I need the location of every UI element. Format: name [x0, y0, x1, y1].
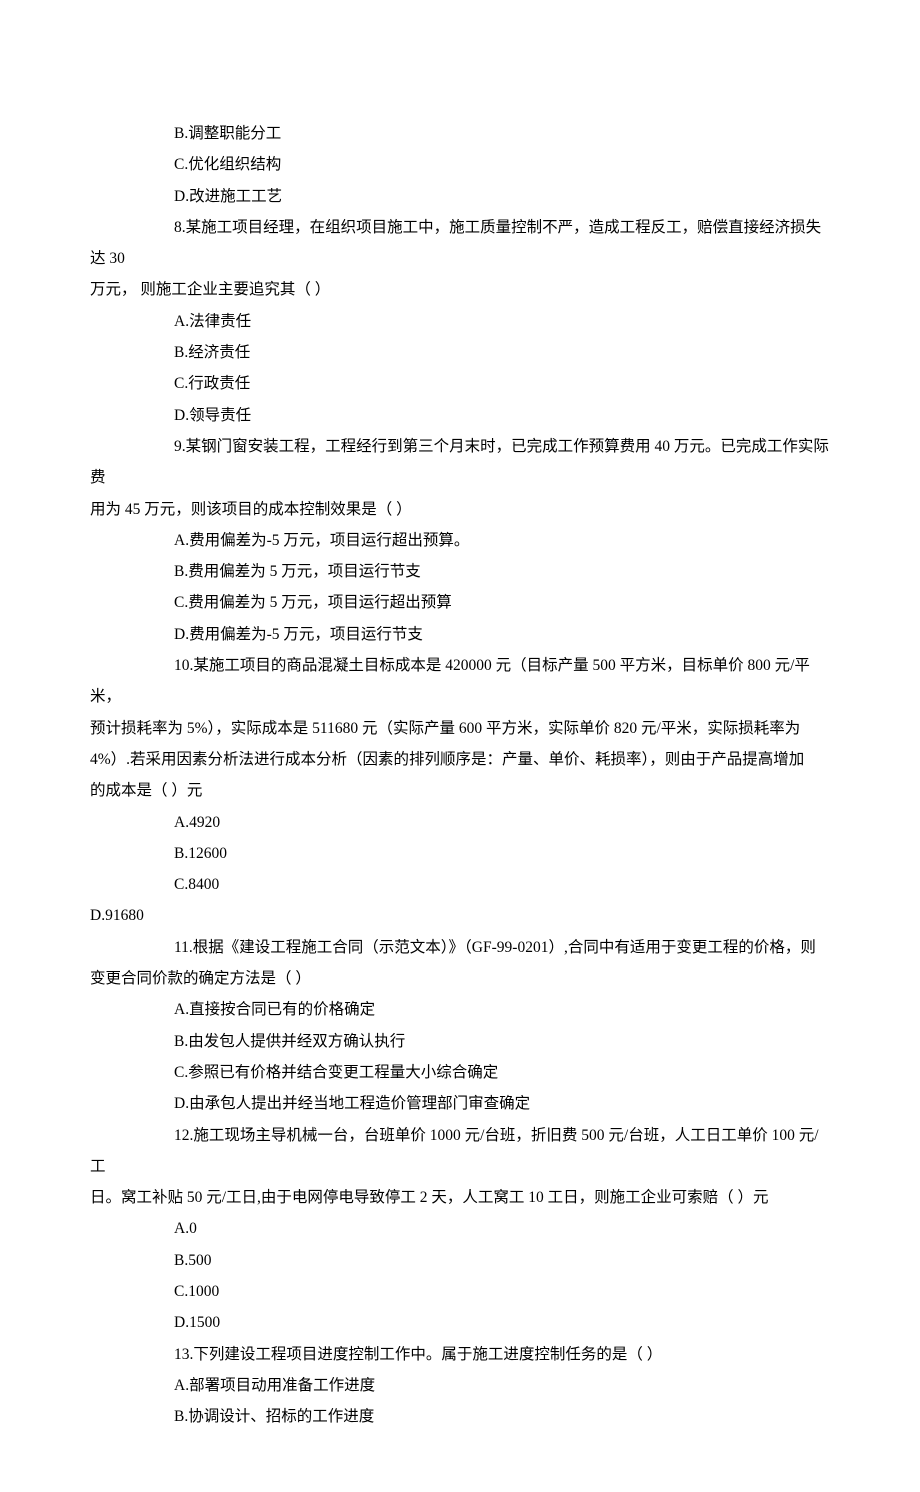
- text-line: D.领导责任: [90, 400, 830, 431]
- text-line: 万元， 则施工企业主要追究其（ ）: [90, 274, 830, 305]
- text-line: C.费用偏差为 5 万元，项目运行超出预算: [90, 587, 830, 618]
- text-line: D.由承包人提出并经当地工程造价管理部门审查确定: [90, 1088, 830, 1119]
- text-line: 变更合同价款的确定方法是（ ）: [90, 963, 830, 994]
- text-line: C.1000: [90, 1276, 830, 1307]
- text-line: 日。窝工补贴 50 元/工日,由于电网停电导致停工 2 天，人工窝工 10 工日…: [90, 1182, 830, 1213]
- text-line: B.费用偏差为 5 万元，项目运行节支: [90, 556, 830, 587]
- text-line: C.优化组织结构: [90, 149, 830, 180]
- text-line: B.协调设计、招标的工作进度: [90, 1401, 830, 1432]
- text-line: 11.根据《建设工程施工合同（示范文本）》（GF-99-0201）,合同中有适用…: [90, 932, 830, 963]
- text-line: 8.某施工项目经理，在组织项目施工中，施工质量控制不严，造成工程反工，赔偿直接经…: [90, 212, 830, 275]
- text-line: 10.某施工项目的商品混凝土目标成本是 420000 元（目标产量 500 平方…: [90, 650, 830, 713]
- text-line: B.由发包人提供并经双方确认执行: [90, 1026, 830, 1057]
- text-line: C.8400: [90, 869, 830, 900]
- text-line: C.参照已有价格并结合变更工程量大小综合确定: [90, 1057, 830, 1088]
- text-line: D.费用偏差为-5 万元，项目运行节支: [90, 619, 830, 650]
- text-line: A.0: [90, 1213, 830, 1244]
- text-line: A.直接按合同已有的价格确定: [90, 994, 830, 1025]
- text-line: D.91680: [90, 900, 830, 931]
- text-line: 13.下列建设工程项目进度控制工作中。属于施工进度控制任务的是（ ）: [90, 1339, 830, 1370]
- text-line: D.1500: [90, 1307, 830, 1338]
- text-line: B.经济责任: [90, 337, 830, 368]
- text-line: C.行政责任: [90, 368, 830, 399]
- text-line: A.4920: [90, 807, 830, 838]
- text-line: B.调整职能分工: [90, 118, 830, 149]
- text-line: A.费用偏差为-5 万元，项目运行超出预算。: [90, 525, 830, 556]
- text-line: B.500: [90, 1245, 830, 1276]
- text-line: 预计损耗率为 5%），实际成本是 511680 元（实际产量 600 平方米，实…: [90, 713, 830, 744]
- text-line: A.部署项目动用准备工作进度: [90, 1370, 830, 1401]
- text-line: 4%）.若采用因素分析法进行成本分析（因素的排列顺序是：产量、单价、耗损率），则…: [90, 744, 830, 775]
- document-body: B.调整职能分工C.优化组织结构D.改进施工工艺8.某施工项目经理，在组织项目施…: [90, 118, 830, 1432]
- text-line: D.改进施工工艺: [90, 181, 830, 212]
- text-line: 9.某钢门窗安装工程，工程经行到第三个月末时，已完成工作预算费用 40 万元。已…: [90, 431, 830, 494]
- text-line: A.法律责任: [90, 306, 830, 337]
- text-line: B.12600: [90, 838, 830, 869]
- text-line: 用为 45 万元，则该项目的成本控制效果是（ ）: [90, 494, 830, 525]
- text-line: 12.施工现场主导机械一台，台班单价 1000 元/台班，折旧费 500 元/台…: [90, 1120, 830, 1183]
- text-line: 的成本是（ ）元: [90, 775, 830, 806]
